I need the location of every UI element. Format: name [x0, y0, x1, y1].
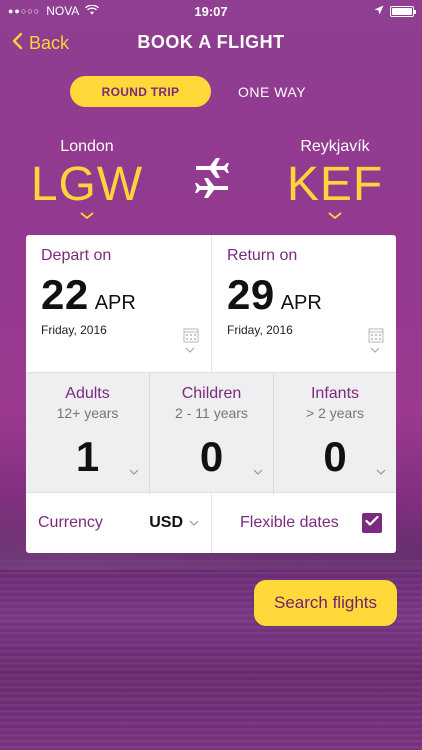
origin-selector[interactable]: London LGW — [17, 138, 157, 220]
currency-value: USD — [149, 514, 183, 531]
status-bar: ●●○○○ NOVA 19:07 — [0, 0, 422, 22]
adults-label: Adults — [65, 385, 110, 402]
chevron-down-icon — [376, 467, 386, 478]
navigation-bar: Back BOOK A FLIGHT — [0, 28, 422, 58]
chevron-down-icon — [370, 345, 380, 356]
flexible-dates-checkbox[interactable] — [362, 513, 382, 533]
depart-weekday-year: Friday, 2016 — [41, 323, 107, 337]
children-label: Children — [181, 385, 242, 402]
origin-city: London — [60, 138, 114, 155]
battery-icon — [390, 5, 416, 17]
depart-month: APR — [94, 292, 136, 314]
return-date-picker[interactable]: Return on 29 APR Friday, 2016 — [211, 235, 396, 372]
one-way-tab[interactable]: ONE WAY — [238, 84, 306, 100]
trip-type-toggle: ROUND TRIP ONE WAY — [70, 76, 350, 108]
passengers-section: Adults 12+ years 1 Children 2 - 11 years… — [26, 372, 396, 494]
booking-form-card: Depart on 22 APR Friday, 2016 Return on … — [26, 235, 396, 553]
return-month: APR — [280, 292, 322, 314]
chevron-down-icon — [189, 518, 199, 529]
currency-selector[interactable]: Currency USD — [26, 493, 211, 553]
return-label: Return on — [227, 247, 298, 264]
checkmark-icon — [365, 514, 379, 532]
chevron-down-icon — [129, 467, 139, 478]
route-selector: London LGW Reykjavík KEF — [0, 138, 422, 220]
currency-label: Currency — [38, 514, 103, 531]
adults-age-range: 12+ years — [56, 405, 119, 421]
return-weekday-year: Friday, 2016 — [227, 323, 293, 337]
flexible-dates-option[interactable]: Flexible dates — [211, 493, 396, 553]
chevron-down-icon — [17, 212, 157, 220]
chevron-down-icon — [185, 345, 195, 356]
depart-day: 22 — [41, 271, 89, 318]
children-age-range: 2 - 11 years — [175, 405, 248, 421]
chevron-down-icon — [253, 467, 263, 478]
adults-picker[interactable]: Adults 12+ years 1 — [26, 373, 149, 494]
return-day: 29 — [227, 271, 275, 318]
origin-code: LGW — [30, 158, 144, 211]
flexible-dates-label: Flexible dates — [240, 514, 339, 531]
infants-picker[interactable]: Infants > 2 years 0 — [273, 373, 396, 494]
search-flights-button[interactable]: Search flights — [254, 580, 397, 626]
swap-planes-icon[interactable] — [192, 152, 232, 200]
infants-label: Infants — [310, 385, 360, 402]
options-section: Currency USD Flexible dates — [26, 493, 396, 553]
destination-city: Reykjavík — [300, 138, 370, 155]
dates-section: Depart on 22 APR Friday, 2016 Return on … — [26, 235, 396, 372]
round-trip-tab[interactable]: ROUND TRIP — [70, 76, 211, 107]
children-picker[interactable]: Children 2 - 11 years 0 — [149, 373, 273, 494]
depart-date-picker[interactable]: Depart on 22 APR Friday, 2016 — [26, 235, 211, 372]
infants-age-range: > 2 years — [306, 405, 364, 421]
status-time: 19:07 — [194, 3, 228, 19]
chevron-down-icon — [265, 212, 405, 220]
page-title: BOOK A FLIGHT — [137, 32, 285, 52]
destination-selector[interactable]: Reykjavík KEF — [265, 138, 405, 220]
depart-label: Depart on — [41, 247, 112, 264]
destination-code: KEF — [286, 158, 384, 211]
